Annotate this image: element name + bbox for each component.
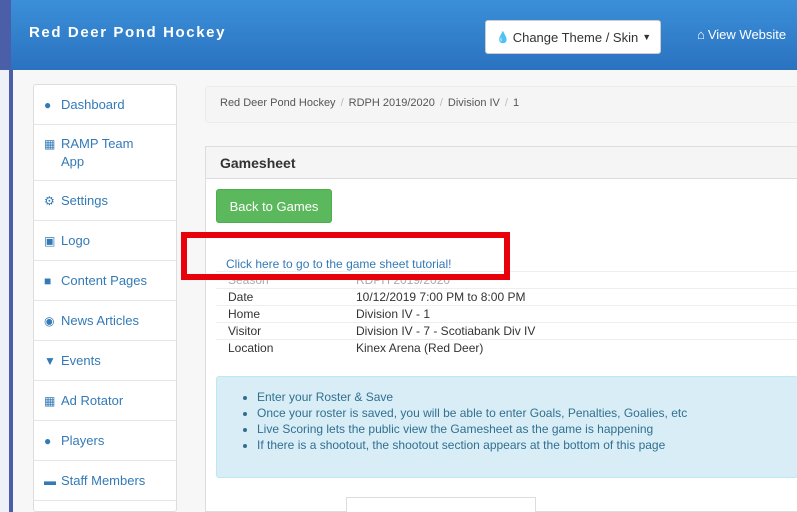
sidebar-item-label: Ad Rotator bbox=[61, 393, 124, 408]
sidebar-item-label: Dashboard bbox=[61, 97, 125, 112]
brand-title[interactable]: Red Deer Pond Hockey bbox=[29, 24, 226, 41]
briefcase-icon: ▬ bbox=[44, 474, 56, 488]
sidebar: ● Dashboard ▦ RAMP Team App ⚙ Settings ▣… bbox=[33, 84, 177, 512]
breadcrumb-separator: / bbox=[340, 97, 344, 109]
sidebar-item-label: Staff Members bbox=[61, 473, 146, 488]
users-icon: ▦ bbox=[44, 394, 56, 408]
sidebar-item-label: News Articles bbox=[61, 313, 140, 328]
list-item: Once your roster is saved, you will be a… bbox=[257, 405, 797, 421]
grid-icon: ▦ bbox=[44, 137, 56, 151]
game-info-table: Season RDPH 2019/2020 Date 10/12/2019 7:… bbox=[216, 271, 797, 356]
sidebar-item-label: Settings bbox=[61, 193, 108, 208]
info-value: Kinex Arena (Red Deer) bbox=[356, 341, 484, 355]
breadcrumb-separator: / bbox=[439, 97, 443, 109]
glass-icon: ▼ bbox=[44, 354, 56, 368]
sidebar-item-staff-members[interactable]: ▬ Staff Members bbox=[34, 461, 176, 501]
view-website-link[interactable]: ⌂ View Website bbox=[697, 27, 786, 42]
sidebar-item-players[interactable]: ● Players bbox=[34, 421, 176, 461]
table-row: Visitor Division IV - 7 - Scotiabank Div… bbox=[216, 322, 797, 339]
list-item: Live Scoring lets the public view the Ga… bbox=[257, 421, 797, 437]
list-item: Enter your Roster & Save bbox=[257, 389, 797, 405]
roster-box bbox=[346, 497, 536, 512]
sidebar-item-news-articles[interactable]: ◉ News Articles bbox=[34, 301, 176, 341]
info-key: Visitor bbox=[228, 324, 262, 338]
breadcrumb-item[interactable]: Division IV bbox=[448, 97, 500, 109]
sidebar-item-settings[interactable]: ⚙ Settings bbox=[34, 181, 176, 221]
info-value: 10/12/2019 7:00 PM to 8:00 PM bbox=[356, 290, 526, 304]
list-item: If there is a shootout, the shootout sec… bbox=[257, 437, 797, 453]
panel-title: Gamesheet bbox=[206, 147, 797, 179]
left-edge bbox=[0, 70, 11, 512]
breadcrumb-item[interactable]: RDPH 2019/2020 bbox=[349, 97, 435, 109]
breadcrumb-separator: / bbox=[504, 97, 508, 109]
breadcrumb: Red Deer Pond Hockey / RDPH 2019/2020 / Divi… bbox=[205, 86, 797, 123]
globe-icon: ◉ bbox=[44, 314, 55, 328]
back-to-games-button[interactable]: Back to Games bbox=[216, 189, 332, 223]
gear-icon: ⚙ bbox=[44, 194, 55, 208]
info-key: Home bbox=[228, 307, 261, 321]
sidebar-item-events[interactable]: ▼ Events bbox=[34, 341, 176, 381]
sidebar-item-dashboard[interactable]: ● Dashboard bbox=[34, 85, 176, 125]
change-theme-label: Change Theme / Skin bbox=[512, 29, 639, 45]
info-value: Division IV - 7 - Scotiabank Div IV bbox=[356, 324, 536, 338]
sidebar-item-label: Players bbox=[61, 433, 105, 448]
change-theme-button[interactable]: 💧 Change Theme / Skin ▼ bbox=[485, 20, 661, 54]
sidebar-item-label: Logo bbox=[61, 233, 90, 248]
table-row: Date 10/12/2019 7:00 PM to 8:00 PM bbox=[216, 288, 797, 305]
info-key: Date bbox=[228, 290, 254, 304]
droplet-icon: 💧 bbox=[496, 31, 510, 44]
file-icon: ■ bbox=[44, 274, 52, 288]
red-highlight-box bbox=[181, 232, 510, 280]
sidebar-item-ramp-team-app[interactable]: ▦ RAMP Team App bbox=[34, 125, 176, 181]
info-value: Division IV - 1 bbox=[356, 307, 431, 321]
sidebar-item-label: Content Pages bbox=[61, 273, 148, 288]
top-navbar: Red Deer Pond Hockey 💧 Change Theme / Sk… bbox=[11, 0, 797, 70]
view-website-label: View Website bbox=[707, 27, 787, 42]
gamesheet-panel: Gamesheet Back to Games Season RDPH 2019… bbox=[181, 146, 797, 512]
info-key: Location bbox=[228, 341, 274, 355]
breadcrumb-item[interactable]: Red Deer Pond Hockey bbox=[220, 97, 336, 109]
sidebar-item-label: Events bbox=[61, 353, 101, 368]
caret-down-icon: ▼ bbox=[642, 32, 652, 42]
sidebar-item-ad-rotator[interactable]: ▦ Ad Rotator bbox=[34, 381, 176, 421]
user-icon: ● bbox=[44, 98, 52, 112]
sidebar-item-content-pages[interactable]: ■ Content Pages bbox=[34, 261, 176, 301]
home-icon: ⌂ bbox=[697, 27, 705, 42]
instructions-alert: Enter your Roster & Save Once your roste… bbox=[216, 376, 797, 478]
table-row: Home Division IV - 1 bbox=[216, 305, 797, 322]
sidebar-item-label: RAMP Team App bbox=[61, 136, 134, 169]
sidebar-item-logo[interactable]: ▣ Logo bbox=[34, 221, 176, 261]
user-icon: ● bbox=[44, 434, 52, 448]
camera-icon: ▣ bbox=[44, 234, 56, 248]
table-row: Location Kinex Arena (Red Deer) bbox=[216, 339, 797, 356]
breadcrumb-current: 1 bbox=[512, 97, 520, 109]
